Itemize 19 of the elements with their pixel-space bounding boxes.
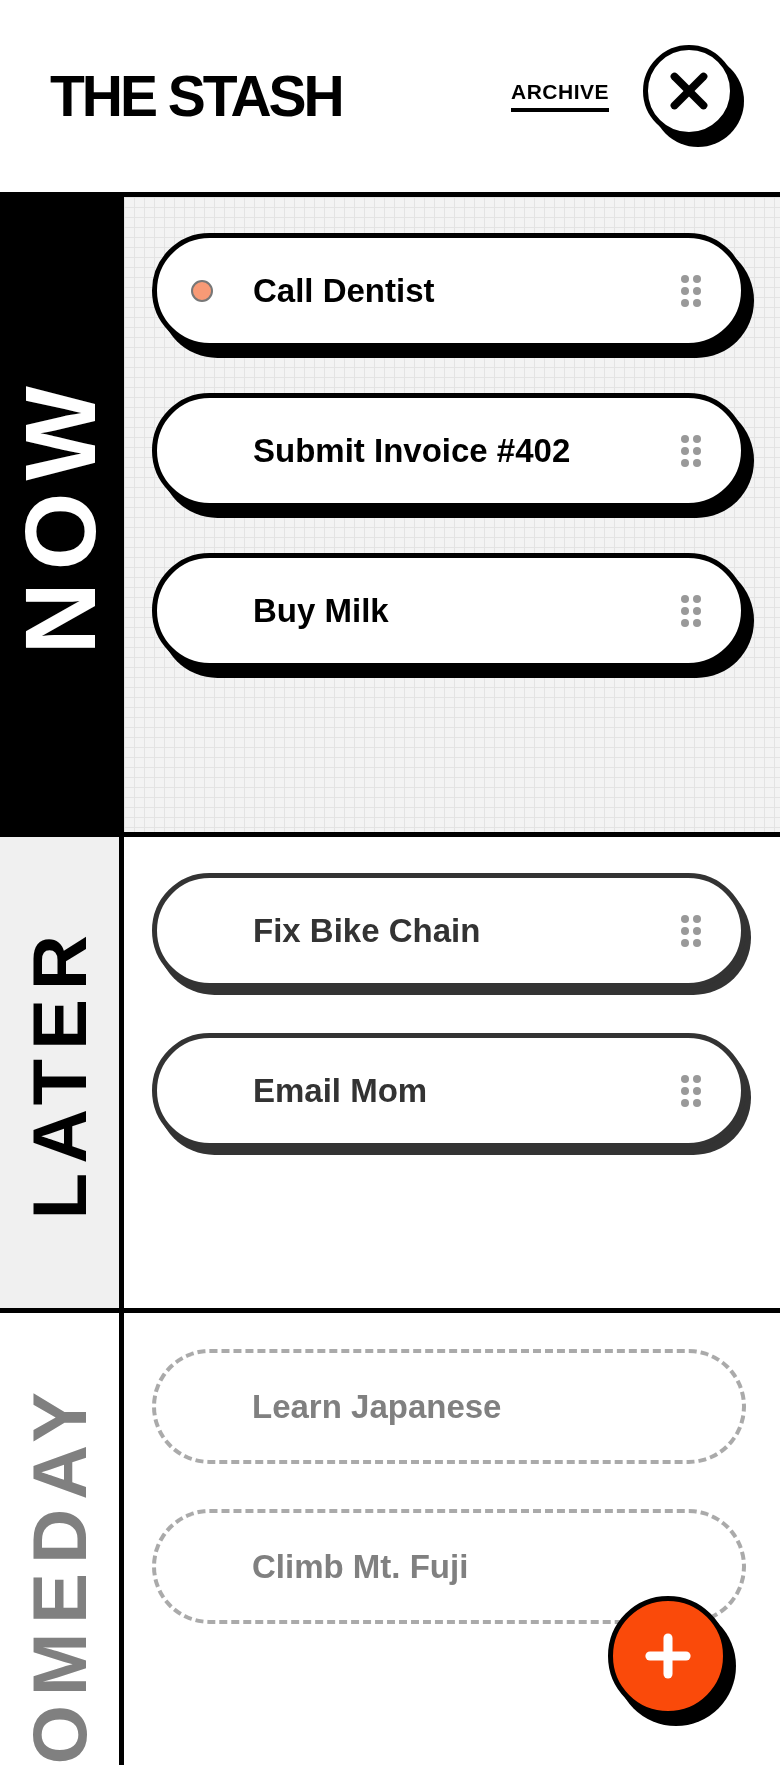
drag-handle-icon[interactable] (681, 914, 701, 947)
task-title: Climb Mt. Fuji (252, 1547, 470, 1586)
task-title: Buy Milk (253, 591, 390, 630)
task-title: Call Dentist (253, 271, 436, 310)
task-title: Learn Japanese (252, 1387, 503, 1426)
section-label: OMEDAY (21, 1383, 98, 1765)
drag-handle-icon[interactable] (681, 434, 701, 467)
section-label: LATER (21, 925, 98, 1220)
drag-handle-icon[interactable] (681, 274, 701, 307)
drag-handle-icon[interactable] (681, 1074, 701, 1107)
task-title: Submit Invoice #402 (253, 431, 572, 470)
task-title: Email Mom (253, 1071, 429, 1110)
task-card[interactable]: Climb Mt. Fuji (152, 1509, 746, 1624)
section-label: NOW (9, 374, 110, 655)
archive-link[interactable]: ARCHIVE (511, 80, 609, 112)
drag-handle-icon[interactable] (681, 594, 701, 627)
task-title: Fix Bike Chain (253, 911, 482, 950)
app-title: THE STASH (50, 63, 343, 129)
task-card[interactable]: Learn Japanese (152, 1349, 746, 1464)
